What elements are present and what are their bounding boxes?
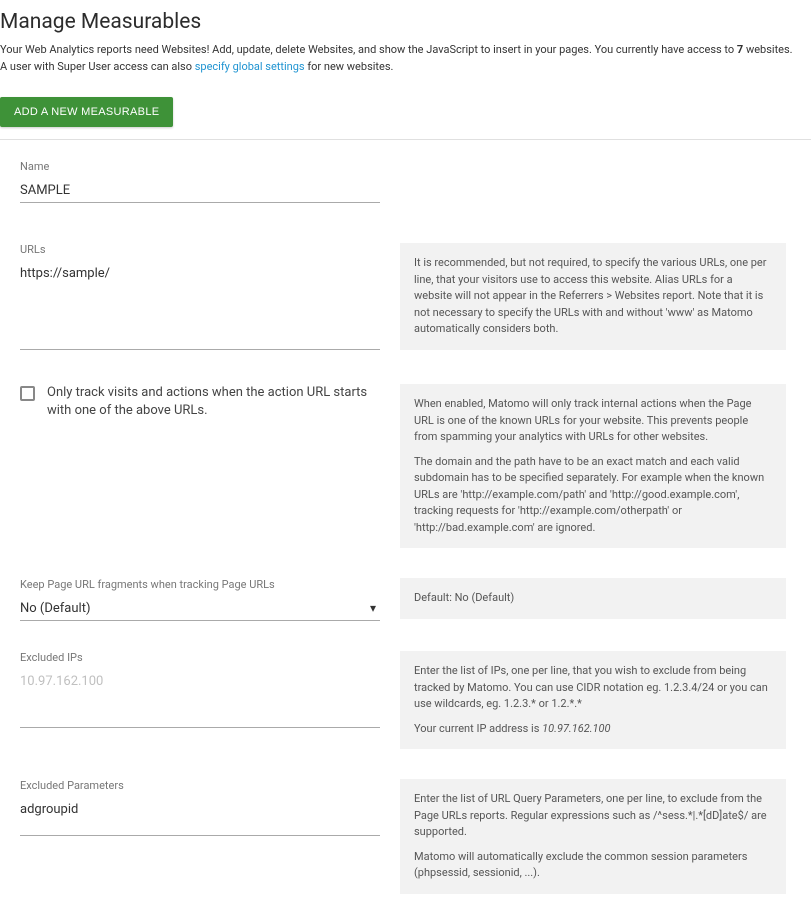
excluded-ips-textarea[interactable] (20, 668, 380, 728)
urls-field-wrapper: URLs https://sample/ (20, 243, 400, 354)
excluded-params-row: Excluded Parameters adgroupid Enter the … (20, 779, 791, 894)
desc-line1-b: websites. (743, 43, 792, 56)
keep-fragments-field-wrapper: Keep Page URL fragments when tracking Pa… (20, 578, 400, 621)
only-track-label: Only track visits and actions when the a… (47, 384, 380, 420)
only-track-help-box: When enabled, Matomo will only track int… (400, 384, 786, 548)
excluded-ips-help-p2a: Your current IP address is (414, 722, 542, 735)
desc-line1-a: Your Web Analytics reports need Websites… (0, 43, 737, 56)
excluded-params-textarea[interactable]: adgroupid (20, 796, 380, 836)
urls-help-wrapper: It is recommended, but not required, to … (400, 243, 786, 350)
name-row: Name (20, 160, 791, 203)
form-container: Name URLs https://sample/ It is recommen… (0, 140, 811, 894)
only-track-help-wrapper: When enabled, Matomo will only track int… (400, 384, 786, 548)
urls-label: URLs (20, 243, 380, 256)
urls-row: URLs https://sample/ It is recommended, … (20, 243, 791, 354)
page-title: Manage Measurables (0, 10, 811, 34)
excluded-params-help-box: Enter the list of URL Query Parameters, … (400, 779, 786, 894)
keep-fragments-help-wrapper: Default: No (Default) (400, 578, 786, 619)
keep-fragments-row: Keep Page URL fragments when tracking Pa… (20, 578, 791, 621)
only-track-help-p2: The domain and the path have to be an ex… (414, 454, 772, 537)
excluded-ips-field-wrapper: Excluded IPs (20, 651, 400, 732)
excluded-ips-help-box: Enter the list of IPs, one per line, tha… (400, 651, 786, 749)
keep-fragments-select-wrapper: No (Default) (20, 595, 380, 621)
only-track-checkbox[interactable] (20, 386, 35, 401)
excluded-params-help-p2: Matomo will automatically exclude the co… (414, 849, 772, 882)
urls-help-box: It is recommended, but not required, to … (400, 243, 786, 350)
desc-line2-a: A user with Super User access can also (0, 60, 195, 73)
excluded-params-help-wrapper: Enter the list of URL Query Parameters, … (400, 779, 786, 894)
add-measurable-button[interactable]: ADD A NEW MEASURABLE (0, 97, 173, 127)
keep-fragments-select[interactable]: No (Default) (20, 595, 380, 621)
keep-fragments-label: Keep Page URL fragments when tracking Pa… (20, 578, 380, 591)
keep-fragments-help-box: Default: No (Default) (400, 578, 786, 619)
excluded-ips-row: Excluded IPs Enter the list of IPs, one … (20, 651, 791, 749)
only-track-checkbox-row: Only track visits and actions when the a… (20, 384, 380, 420)
header-section: Manage Measurables Your Web Analytics re… (0, 0, 811, 87)
only-track-field-wrapper: Only track visits and actions when the a… (20, 384, 400, 420)
global-settings-link[interactable]: specify global settings (195, 60, 305, 73)
desc-line2-b: for new websites. (305, 60, 394, 73)
excluded-ips-help-current-ip: 10.97.162.100 (542, 722, 610, 735)
name-field-wrapper: Name (20, 160, 400, 203)
name-input[interactable] (20, 177, 380, 203)
only-track-row: Only track visits and actions when the a… (20, 384, 791, 548)
only-track-help-p1: When enabled, Matomo will only track int… (414, 396, 772, 446)
excluded-ips-label: Excluded IPs (20, 651, 380, 664)
excluded-params-label: Excluded Parameters (20, 779, 380, 792)
page-description: Your Web Analytics reports need Websites… (0, 42, 811, 75)
name-label: Name (20, 160, 380, 173)
urls-textarea[interactable]: https://sample/ (20, 260, 380, 350)
excluded-ips-help-p2: Your current IP address is 10.97.162.100 (414, 721, 772, 738)
page-container: Manage Measurables Your Web Analytics re… (0, 0, 811, 894)
excluded-params-help-p1: Enter the list of URL Query Parameters, … (414, 791, 772, 841)
excluded-ips-help-p1: Enter the list of IPs, one per line, tha… (414, 663, 772, 713)
button-section: ADD A NEW MEASURABLE (0, 87, 811, 140)
excluded-ips-help-wrapper: Enter the list of IPs, one per line, tha… (400, 651, 786, 749)
excluded-params-field-wrapper: Excluded Parameters adgroupid (20, 779, 400, 840)
